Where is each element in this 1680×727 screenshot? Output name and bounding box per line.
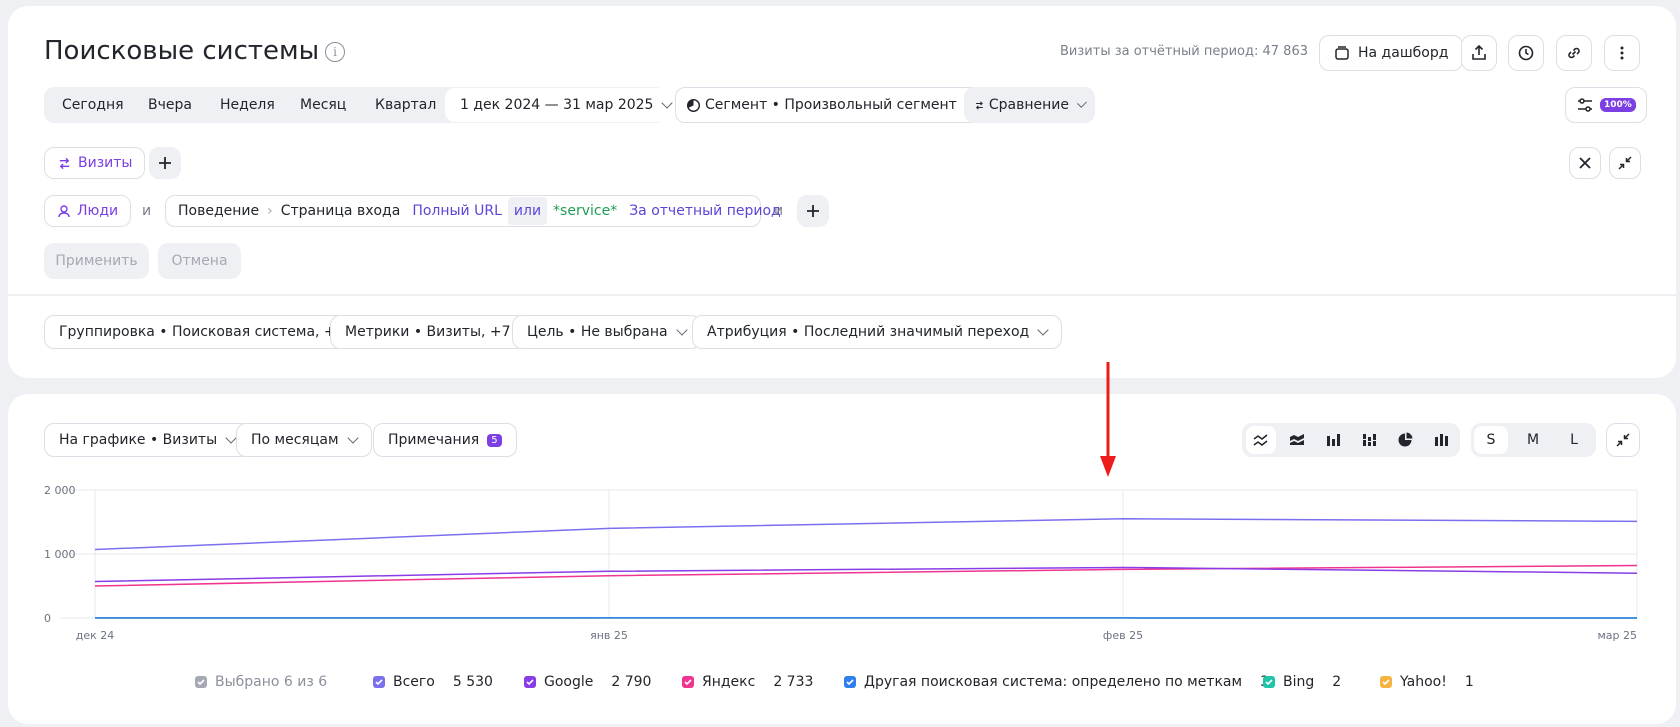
series-line[interactable] xyxy=(94,566,1638,583)
x-tick-label: фев 25 xyxy=(1103,629,1143,642)
x-tick-label: янв 25 xyxy=(590,629,628,642)
y-tick-label: 2 000 xyxy=(44,484,76,497)
legend-select-all[interactable]: Выбрано 6 из 6 xyxy=(195,674,327,690)
legend-selected-label: Выбрано 6 из 6 xyxy=(215,674,328,690)
series-line[interactable] xyxy=(94,564,1638,587)
legend-value: 2 733 xyxy=(773,674,814,690)
legend-item-google[interactable]: Google 2 790 xyxy=(524,674,651,690)
checkbox-icon xyxy=(524,676,536,688)
legend-value: 2 xyxy=(1332,674,1342,690)
legend-value: 5 530 xyxy=(452,674,493,690)
legend-label: Yahoo! xyxy=(1400,674,1447,690)
legend-item-other[interactable]: Другая поисковая система: определено по … xyxy=(844,674,1269,690)
checkbox-icon xyxy=(682,676,694,688)
checkbox-icon xyxy=(195,676,207,688)
legend-label: Google xyxy=(544,674,594,690)
legend-item-yandex[interactable]: Яндекс 2 733 xyxy=(682,674,813,690)
x-tick-label: дек 24 xyxy=(76,629,115,642)
legend-label: Bing xyxy=(1283,674,1315,690)
legend-label: Яндекс xyxy=(702,674,756,690)
legend-label: Другая поисковая система: определено по … xyxy=(864,674,1243,690)
checkbox-icon xyxy=(1263,676,1275,688)
legend-item-total[interactable]: Всего 5 530 xyxy=(373,674,493,690)
y-tick-label: 1 000 xyxy=(44,548,76,561)
y-tick-label: 0 xyxy=(44,612,51,625)
line-chart: 2 000 1 000 0 дек 24 янв 25 фев 25 мар 25 xyxy=(44,484,1638,642)
x-tick-label: мар 25 xyxy=(1597,629,1637,642)
checkbox-icon xyxy=(1380,676,1392,688)
checkbox-icon xyxy=(373,676,385,688)
series-line[interactable] xyxy=(94,518,1638,551)
legend-item-bing[interactable]: Bing 2 xyxy=(1263,674,1341,690)
legend-item-yahoo[interactable]: Yahoo! 1 xyxy=(1380,674,1474,690)
legend-value: 2 790 xyxy=(611,674,652,690)
legend-label: Всего xyxy=(393,674,435,690)
checkbox-icon xyxy=(844,676,856,688)
legend-value: 1 xyxy=(1464,674,1474,690)
